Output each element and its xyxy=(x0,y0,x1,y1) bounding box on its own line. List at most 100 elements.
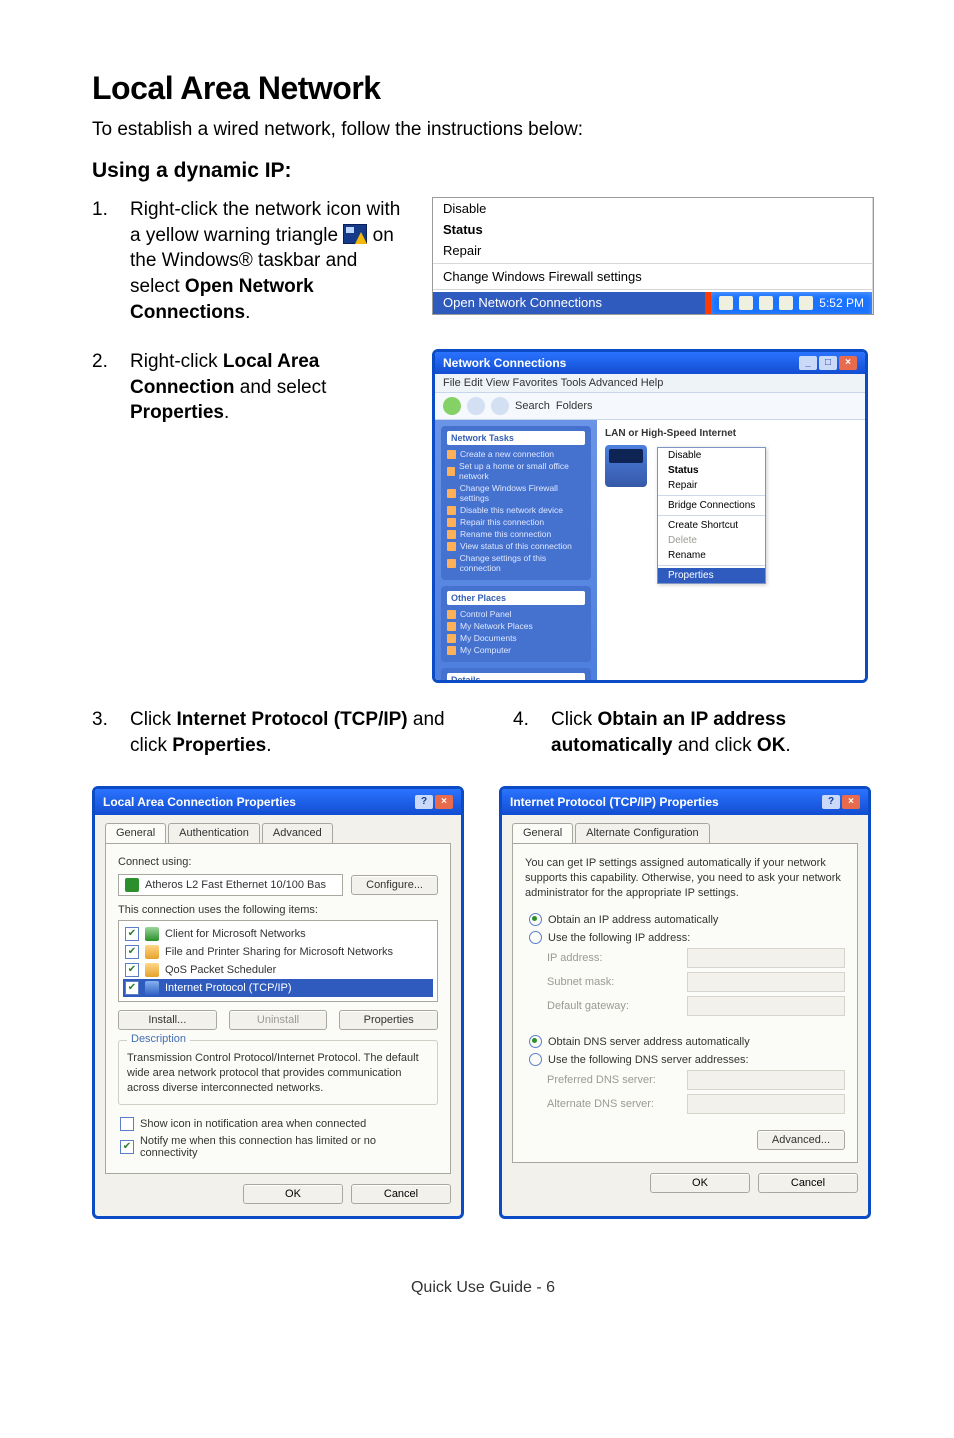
alt-dns-row: Alternate DNS server: xyxy=(547,1094,845,1114)
cm-rename[interactable]: Rename xyxy=(658,548,765,563)
tray-context-menu: Disable Status Repair Change Windows Fir… xyxy=(432,197,874,315)
advanced-button[interactable]: Advanced... xyxy=(757,1130,845,1150)
toolbar-search[interactable]: Search xyxy=(515,400,550,412)
chk-notify[interactable]: ✔ Notify me when this connection has lim… xyxy=(118,1133,438,1161)
menu-status[interactable]: Status xyxy=(433,219,872,240)
help-button[interactable]: ? xyxy=(415,795,433,809)
nc-menubar[interactable]: File Edit View Favorites Tools Advanced … xyxy=(435,374,865,392)
radio-use-ip[interactable]: Use the following IP address: xyxy=(529,931,845,944)
cm-shortcut[interactable]: Create Shortcut xyxy=(658,518,765,533)
ip-field xyxy=(687,948,845,968)
cm-disable[interactable]: Disable xyxy=(658,448,765,463)
tab-advanced[interactable]: Advanced xyxy=(262,823,333,843)
cm-status[interactable]: Status xyxy=(658,463,765,478)
uninstall-button: Uninstall xyxy=(229,1010,328,1030)
checkbox-icon[interactable]: ✔ xyxy=(120,1140,134,1154)
tcpip-properties-dialog: Internet Protocol (TCP/IP) Properties ? … xyxy=(499,786,871,1219)
tray-icon-2[interactable] xyxy=(739,296,753,310)
radio-icon[interactable] xyxy=(529,1035,542,1048)
radio-use-dns[interactable]: Use the following DNS server addresses: xyxy=(529,1053,845,1066)
forward-button[interactable] xyxy=(467,397,485,415)
lacp-title: Local Area Connection Properties xyxy=(103,795,296,809)
client-icon xyxy=(145,927,159,941)
properties-button[interactable]: Properties xyxy=(339,1010,438,1030)
minimize-button[interactable]: _ xyxy=(799,356,817,370)
close-button[interactable]: × xyxy=(842,795,860,809)
cancel-button[interactable]: Cancel xyxy=(351,1184,451,1204)
maximize-button[interactable]: □ xyxy=(819,356,837,370)
cm-repair[interactable]: Repair xyxy=(658,478,765,493)
local-area-connection-icon[interactable] xyxy=(605,445,647,487)
side-details: Details xyxy=(447,673,585,683)
task-rename[interactable]: Rename this connection xyxy=(447,529,585,539)
service-icon xyxy=(145,963,159,977)
task-firewall[interactable]: Change Windows Firewall settings xyxy=(447,483,585,503)
toolbar-folders[interactable]: Folders xyxy=(556,400,593,412)
cancel-button[interactable]: Cancel xyxy=(758,1173,858,1193)
chk-show-icon[interactable]: Show icon in notification area when conn… xyxy=(118,1115,438,1133)
menu-firewall[interactable]: Change Windows Firewall settings xyxy=(433,266,872,287)
task-change-settings[interactable]: Change settings of this connection xyxy=(447,553,585,573)
ok-button[interactable]: OK xyxy=(650,1173,750,1193)
place-my-docs[interactable]: My Documents xyxy=(447,633,585,643)
side-network-tasks: Network Tasks xyxy=(447,431,585,445)
tab-general[interactable]: General xyxy=(512,823,573,843)
place-control-panel[interactable]: Control Panel xyxy=(447,609,585,619)
alt-dns-field xyxy=(687,1094,845,1114)
item-file-printer[interactable]: ✔ File and Printer Sharing for Microsoft… xyxy=(123,943,433,961)
help-button[interactable]: ? xyxy=(822,795,840,809)
task-view-status[interactable]: View status of this connection xyxy=(447,541,585,551)
side-other-places: Other Places xyxy=(447,591,585,605)
cm-bridge[interactable]: Bridge Connections xyxy=(658,498,765,513)
tab-general[interactable]: General xyxy=(105,823,166,843)
tray-icon-3[interactable] xyxy=(759,296,773,310)
back-button[interactable] xyxy=(443,397,461,415)
radio-obtain-dns[interactable]: Obtain DNS server address automatically xyxy=(529,1035,845,1048)
task-setup-home[interactable]: Set up a home or small office network xyxy=(447,461,585,481)
task-disable[interactable]: Disable this network device xyxy=(447,505,585,515)
item-tcpip[interactable]: ✔ Internet Protocol (TCP/IP) xyxy=(123,979,433,997)
task-create-conn[interactable]: Create a new connection xyxy=(447,449,585,459)
close-button[interactable]: × xyxy=(839,356,857,370)
checkbox-icon[interactable]: ✔ xyxy=(125,963,139,977)
radio-icon[interactable] xyxy=(529,931,542,944)
nc-toolbar: Search Folders xyxy=(435,392,865,420)
cm-delete: Delete xyxy=(658,533,765,548)
menu-disable[interactable]: Disable xyxy=(433,198,872,219)
checkbox-icon[interactable]: ✔ xyxy=(125,945,139,959)
tray-icon-4[interactable] xyxy=(779,296,793,310)
item-qos[interactable]: ✔ QoS Packet Scheduler xyxy=(123,961,433,979)
cm-properties[interactable]: Properties xyxy=(658,568,765,583)
page-title: Local Area Network xyxy=(92,70,874,107)
tray-icon-5[interactable] xyxy=(799,296,813,310)
radio-icon[interactable] xyxy=(529,1053,542,1066)
checkbox-icon[interactable] xyxy=(120,1117,134,1131)
configure-button[interactable]: Configure... xyxy=(351,875,438,895)
place-net-places[interactable]: My Network Places xyxy=(447,621,585,631)
checkbox-icon[interactable]: ✔ xyxy=(125,981,139,995)
item-client-ms[interactable]: ✔ Client for Microsoft Networks xyxy=(123,925,433,943)
intro-text: To establish a wired network, follow the… xyxy=(92,119,874,141)
subnet-field xyxy=(687,972,845,992)
task-repair[interactable]: Repair this connection xyxy=(447,517,585,527)
items-listbox[interactable]: ✔ Client for Microsoft Networks ✔ File a… xyxy=(118,920,438,1002)
tab-alternate[interactable]: Alternate Configuration xyxy=(575,823,710,843)
radio-obtain-ip[interactable]: Obtain an IP address automatically xyxy=(529,913,845,926)
place-my-computer[interactable]: My Computer xyxy=(447,645,585,655)
menu-repair[interactable]: Repair xyxy=(433,240,872,261)
description-text: Transmission Control Protocol/Internet P… xyxy=(127,1051,429,1096)
radio-icon[interactable] xyxy=(529,913,542,926)
lac-context-menu: Disable Status Repair Bridge Connections… xyxy=(657,447,766,584)
install-button[interactable]: Install... xyxy=(118,1010,217,1030)
checkbox-icon[interactable]: ✔ xyxy=(125,927,139,941)
step3-text: Click Internet Protocol (TCP/IP) and cli… xyxy=(130,707,453,758)
up-button[interactable] xyxy=(491,397,509,415)
protocol-icon xyxy=(145,981,159,995)
tray-icon-1[interactable] xyxy=(719,296,733,310)
menu-open-network-connections[interactable]: Open Network Connections xyxy=(433,292,705,314)
tab-authentication[interactable]: Authentication xyxy=(168,823,260,843)
tray-clock: 5:52 PM xyxy=(819,296,864,310)
close-button[interactable]: × xyxy=(435,795,453,809)
network-warning-icon xyxy=(343,224,367,244)
ok-button[interactable]: OK xyxy=(243,1184,343,1204)
